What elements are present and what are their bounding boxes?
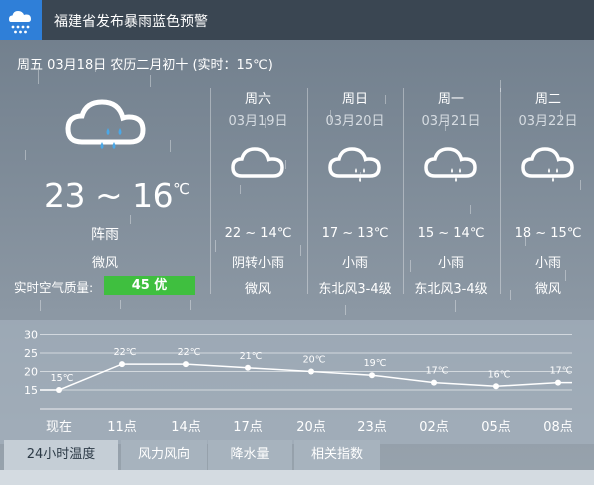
temperature-chart: 15 20 25 30 15℃ 22℃ 22℃ 21℃ 20℃ 19℃ 17℃ 16℃ 17℃ 现在 11点… bbox=[24, 329, 573, 436]
data-label: 17℃ bbox=[426, 366, 449, 377]
temperature-point bbox=[308, 368, 314, 375]
rain-streak bbox=[40, 300, 41, 311]
rain-warning-icon bbox=[0, 0, 42, 40]
temperature-point bbox=[56, 387, 62, 393]
forecast-weather: 阴转小雨 bbox=[231, 256, 284, 271]
data-label: 16℃ bbox=[488, 369, 511, 380]
chart-tab[interactable]: 相关指数 bbox=[294, 440, 380, 470]
chart-tab[interactable]: 24小时温度 bbox=[4, 440, 118, 470]
forecast-weather: 小雨 bbox=[437, 256, 464, 271]
forecast-date: 03月22日 bbox=[518, 114, 578, 129]
alert-title[interactable]: 福建省发布暴雨蓝色预警 bbox=[54, 11, 208, 31]
aqi-label: 实时空气质量: bbox=[14, 280, 94, 295]
temperature-point bbox=[493, 383, 499, 390]
cloud-icon bbox=[230, 144, 286, 192]
rain-streak bbox=[345, 305, 346, 315]
temperature-point bbox=[431, 379, 437, 386]
forecast-temp: 22 ~ 14℃ bbox=[224, 226, 292, 241]
rain-streak bbox=[170, 140, 171, 152]
x-tick-label: 17点 bbox=[233, 420, 263, 435]
x-tick-label: 23点 bbox=[357, 420, 387, 435]
forecast-day-name: 周二 bbox=[534, 92, 561, 107]
rain-streak bbox=[120, 300, 121, 309]
temperature-point bbox=[555, 379, 561, 386]
temperature-chart-panel: 15 20 25 30 15℃ 22℃ 22℃ 21℃ 20℃ 19℃ 17℃ 16℃ 17℃ 现在 11点… bbox=[0, 320, 594, 444]
y-tick-label: 15 bbox=[24, 384, 38, 397]
rain-streak bbox=[25, 150, 26, 160]
forecast-date: 03月19日 bbox=[228, 114, 288, 129]
forecast-wind: 微风 bbox=[534, 282, 561, 297]
forecast-wind: 东北风3-4级 bbox=[414, 282, 488, 297]
today-temperature: 23 ~ 16℃ bbox=[44, 176, 190, 215]
temperature-point bbox=[245, 364, 251, 371]
today-weather: 阵雨 bbox=[91, 227, 119, 243]
y-tick-label: 30 bbox=[24, 329, 38, 342]
forecast-wind: 微风 bbox=[244, 282, 271, 297]
cloud-rain-icon bbox=[423, 144, 479, 192]
forecast-date: 03月21日 bbox=[421, 114, 481, 129]
forecast-weather: 小雨 bbox=[341, 256, 368, 271]
forecast-day-name: 周六 bbox=[244, 92, 271, 107]
forecast-temp: 15 ~ 14℃ bbox=[417, 226, 485, 241]
chart-tab[interactable]: 降水量 bbox=[208, 440, 292, 470]
x-tick-label: 02点 bbox=[419, 420, 449, 435]
forecast-day-name: 周一 bbox=[437, 92, 464, 107]
data-label: 20℃ bbox=[303, 355, 326, 366]
chart-tabs: 24小时温度 风力风向 降水量 相关指数 bbox=[0, 440, 594, 485]
y-tick-label: 20 bbox=[24, 366, 38, 379]
rain-streak bbox=[130, 215, 131, 224]
today-wind: 微风 bbox=[91, 256, 118, 271]
forecast-day-name: 周日 bbox=[341, 92, 368, 107]
data-label: 17℃ bbox=[550, 366, 573, 377]
data-label: 19℃ bbox=[364, 358, 387, 369]
temperature-point bbox=[119, 361, 125, 368]
forecast-weather: 小雨 bbox=[534, 256, 561, 271]
rain-streak bbox=[150, 75, 151, 87]
x-tick-label: 20点 bbox=[296, 420, 326, 435]
temperature-point bbox=[183, 361, 189, 368]
x-tick-label: 现在 bbox=[46, 420, 72, 435]
x-tick-label: 11点 bbox=[107, 420, 137, 435]
forecast-day[interactable]: 周一 03月21日 15 ~ 14℃ 小雨东北风3-4级 bbox=[403, 82, 499, 302]
data-label: 22℃ bbox=[114, 347, 137, 358]
cloud-rain-icon bbox=[64, 98, 148, 170]
rain-streak bbox=[190, 300, 191, 310]
cloud-rain-icon bbox=[327, 144, 383, 192]
forecast-day[interactable]: 周六 03月19日 22 ~ 14℃ 阴转小雨微风 bbox=[210, 82, 306, 302]
x-tick-label: 14点 bbox=[171, 420, 201, 435]
forecast-temp: 18 ~ 15℃ bbox=[514, 226, 582, 241]
forecast-temp: 17 ~ 13℃ bbox=[321, 226, 389, 241]
x-tick-label: 05点 bbox=[481, 420, 511, 435]
forecast-wind: 东北风3-4级 bbox=[318, 282, 392, 297]
data-label: 22℃ bbox=[178, 347, 201, 358]
data-label: 21℃ bbox=[240, 351, 263, 362]
cloud-rain-icon bbox=[520, 144, 576, 192]
today-temp-unit: ℃ bbox=[173, 180, 190, 198]
aqi-badge[interactable]: 45 优 bbox=[104, 276, 195, 295]
forecast-day[interactable]: 周日 03月20日 17 ~ 13℃ 小雨东北风3-4级 bbox=[307, 82, 403, 302]
forecast-date: 03月20日 bbox=[325, 114, 385, 129]
x-tick-label: 08点 bbox=[543, 420, 573, 435]
y-tick-label: 25 bbox=[24, 347, 38, 360]
weather-alert-bar[interactable]: 福建省发布暴雨蓝色预警 bbox=[0, 0, 594, 40]
today-date-line: 周五 03月18日 农历二月初十 (实时：15℃) bbox=[17, 58, 273, 73]
weather-widget: 福建省发布暴雨蓝色预警 周五 03月18日 农历二月初十 (实时：15℃) 23… bbox=[0, 0, 594, 485]
data-label: 15℃ bbox=[51, 373, 74, 384]
chart-tab[interactable]: 风力风向 bbox=[121, 440, 207, 470]
today-temp-range: 23 ~ 16 bbox=[44, 176, 174, 215]
forecast-day[interactable]: 周二 03月22日 18 ~ 15℃ 小雨微风 bbox=[500, 82, 594, 302]
temperature-point bbox=[369, 372, 375, 379]
